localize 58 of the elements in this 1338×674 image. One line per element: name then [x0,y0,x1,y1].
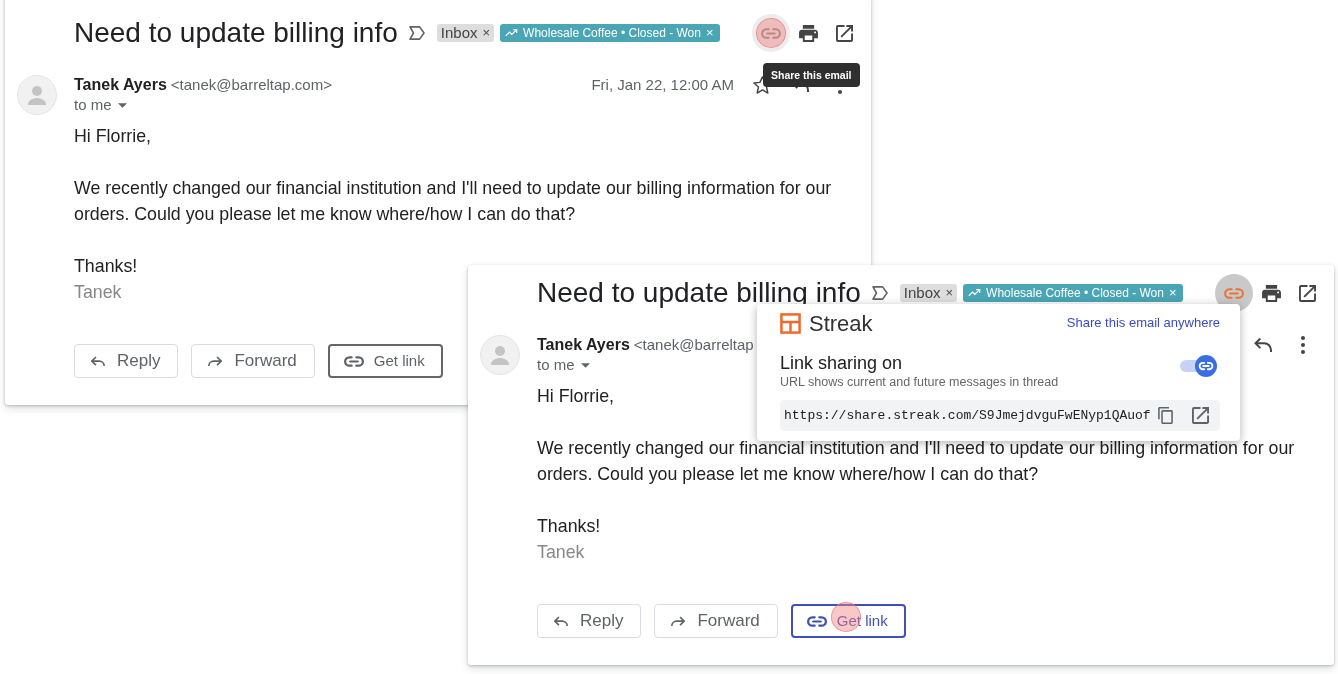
signature-text: Tanek [74,281,122,304]
recipient-dropdown[interactable]: to me [537,353,590,377]
signature-text: Tanek [537,541,585,564]
more-icon[interactable] [1301,336,1305,354]
trend-icon [505,29,519,37]
print-icon[interactable] [799,24,818,42]
open-in-new-icon[interactable] [836,24,853,42]
label-marker-icon[interactable] [408,26,425,40]
caret-icon [580,362,590,368]
reply-icon[interactable] [1254,337,1272,353]
email-date: Fri, Jan 22, 12:00 AM [591,74,734,95]
body-paragraph: Thanks! [74,255,138,278]
grid-logo-icon [780,312,801,334]
open-in-new-icon[interactable] [1192,407,1209,424]
link-sharing-switch[interactable] [1180,355,1217,377]
setting-label: Link sharing on [780,352,904,374]
brand-name: Streak [809,309,873,338]
recipient-dropdown[interactable]: to me [74,93,127,117]
forward-arrow-icon [671,615,686,627]
forward-button[interactable]: Forward [654,604,778,638]
label-chip[interactable]: Inbox × [899,284,958,302]
email-subject: Need to update billing info [74,16,398,50]
body-paragraph: We recently changed our financial institution and I'll need to update our billing information for our orders. Could you please let me know where/how I can do that? [537,437,1296,486]
reply-arrow-icon [554,615,568,627]
copy-icon[interactable] [1157,407,1173,424]
link-icon [806,615,827,627]
link-icon [343,355,364,367]
avatar-icon [480,335,520,375]
body-paragraph: Hi Florrie, [537,385,615,408]
reply-arrow-icon [91,355,105,367]
reply-button[interactable]: Reply [74,344,179,378]
link-icon [1195,355,1217,377]
body-paragraph: We recently changed our financial institution and I'll need to update our billing information for our orders. Could you please let me know where/how I can do that? [74,177,833,226]
share-anywhere-link[interactable]: Share this email anywhere [1066,313,1220,333]
get-link-button[interactable]: Get link [327,344,443,378]
remove-label-button[interactable]: × [945,284,954,302]
trend-icon [968,289,982,297]
setting-description: URL shows current and future messages in thread [780,374,1059,390]
body-paragraph: Thanks! [537,515,601,538]
caret-icon [117,102,127,108]
sender-name: Tanek Ayers [74,75,167,95]
link-icon [761,27,781,39]
avatar-icon [17,75,57,115]
remove-label-button[interactable]: × [482,24,491,42]
share-url-field[interactable]: https://share.streak.com/S9JmejdvguFwENyp1QAuof [780,400,1220,431]
label-marker-icon[interactable] [871,286,888,300]
sender-email: <tanek@barreltap [633,334,754,355]
forward-arrow-icon [208,355,223,367]
get-link-button[interactable]: Get link [790,604,906,638]
label-chip[interactable]: Inbox × [436,24,495,42]
forward-button[interactable]: Forward [191,344,315,378]
reply-button[interactable]: Reply [537,604,642,638]
sender-name: Tanek Ayers [537,335,630,355]
link-icon [1224,287,1244,299]
open-in-new-icon[interactable] [1299,284,1316,302]
body-paragraph: Hi Florrie, [74,125,152,148]
print-icon[interactable] [1262,284,1281,302]
sender-email: <tanek@barreltap.com> [170,74,332,95]
